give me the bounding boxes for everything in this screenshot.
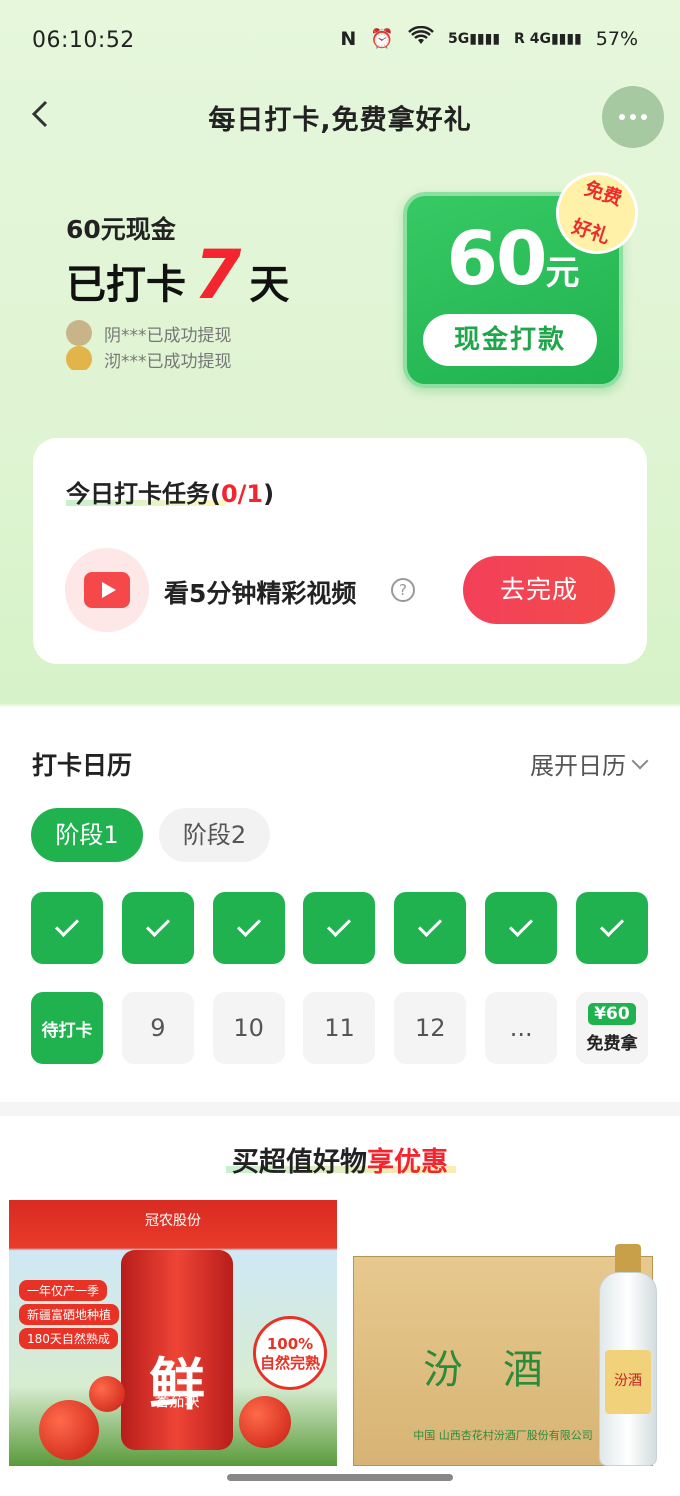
alarm-icon: ⏰ (370, 28, 394, 50)
checkin-calendar: 打卡日历 展开日历 阶段1 阶段2 待打卡 9 10 11 12 ... ¥60… (0, 708, 680, 1102)
deals-title-highlight: 享优惠 (367, 1147, 448, 1178)
check-icon (145, 912, 170, 938)
reward-label: 免费拿 (586, 1033, 638, 1054)
ticker-text: 阴***已成功提现 (104, 325, 232, 346)
prize-amount-unit: 元 (545, 253, 580, 293)
badge100-line2: 自然完熟 (259, 1354, 320, 1372)
can-sub-label: 番茄块 (154, 1392, 200, 1410)
upcoming-days-row: 待打卡 9 10 11 12 ... ¥60 免费拿 (31, 992, 648, 1064)
product-card-fenjiu[interactable]: 汾酒 中国 山西杏花村汾酒厂股份有限公司 汾酒 (347, 1200, 671, 1466)
check-icon (418, 912, 443, 938)
tomato-image (239, 1396, 291, 1448)
cash-payout-button[interactable]: 现金打款 (423, 314, 597, 366)
roaming-label: R (514, 30, 525, 47)
days-count: 7 (194, 236, 242, 315)
go-complete-button[interactable]: 去完成 (463, 556, 615, 624)
product-tag: 新疆富硒地种植 (19, 1304, 120, 1325)
more-options-button[interactable] (602, 86, 664, 148)
page-title: 每日打卡,免费拿好礼 (208, 105, 472, 136)
day-reward[interactable]: ¥60 免费拿 (575, 992, 648, 1064)
tomato-image (89, 1376, 125, 1412)
day-completed (303, 892, 376, 964)
day-completed (212, 892, 285, 964)
expand-calendar-label: 展开日历 (530, 752, 626, 780)
day-completed (575, 892, 648, 964)
task-title-suffix: ) (263, 480, 275, 508)
completed-days-row (31, 892, 648, 964)
task-title-prefix: 今日打卡任务( (66, 480, 221, 508)
day-future: ... (485, 992, 558, 1064)
product-brand: 冠农股份 (145, 1213, 201, 1229)
badge-line1: 免费 (581, 177, 625, 211)
withdraw-ticker: 阴***已成功提现 沏***已成功提现 (66, 320, 306, 370)
product-tag: 一年仅产一季 (19, 1280, 108, 1301)
day-future: 11 (303, 992, 376, 1064)
badge100-line1: 100% (266, 1335, 314, 1353)
task-description: 看5分钟精彩视频 (164, 579, 357, 608)
check-icon (599, 912, 624, 938)
check-icon (509, 912, 534, 938)
more-dot-icon (630, 114, 636, 120)
expand-calendar-button[interactable]: 展开日历 (530, 746, 649, 781)
day-completed (121, 892, 194, 964)
calendar-title: 打卡日历 (32, 751, 133, 780)
battery-level: 57% (595, 27, 638, 50)
video-task-icon-wrap (65, 548, 149, 632)
tv-play-icon (84, 572, 130, 608)
check-icon (54, 912, 80, 938)
tomato-can-image: 鲜 番茄块 (121, 1250, 233, 1450)
tomato-image (39, 1400, 99, 1460)
chevron-down-icon (631, 752, 649, 769)
checkin-days: 已打卡 7 天 (66, 242, 289, 310)
section-divider (0, 1102, 680, 1116)
day-completed (31, 892, 103, 964)
title-bar: 每日打卡,免费拿好礼 (0, 84, 680, 148)
status-icons: N ⏰ 5G▮▮▮▮ R 4G▮▮▮▮ 57% (340, 25, 638, 51)
day-future: 9 (121, 992, 194, 1064)
day-pending[interactable]: 待打卡 (31, 992, 103, 1064)
day-future: 10 (212, 992, 285, 1064)
task-title: 今日打卡任务(0/1) (66, 474, 274, 509)
help-icon[interactable]: ? (391, 578, 415, 602)
check-icon (236, 912, 261, 938)
badge-line2: 好礼 (569, 215, 613, 249)
natural-ripe-badge: 100% 自然完熟 (253, 1316, 327, 1390)
network-5g-label: 5G (447, 30, 470, 47)
bottle-label: 汾酒 (605, 1350, 651, 1414)
signal-5g-icon: 5G▮▮▮▮ (447, 30, 501, 47)
deals-title: 买超值好物享优惠 (0, 1140, 680, 1179)
nfc-icon: N (340, 27, 357, 50)
more-dot-icon (619, 114, 625, 120)
days-suffix: 天 (249, 262, 290, 308)
ticker-row: 阴***已成功提现 (66, 320, 306, 346)
tab-stage-1[interactable]: 阶段1 (31, 808, 143, 862)
ticker-row: 沏***已成功提现 (66, 346, 306, 370)
cash-label: 60元现金 (66, 215, 176, 244)
avatar (66, 320, 92, 346)
home-indicator[interactable] (227, 1474, 453, 1481)
days-prefix: 已打卡 (66, 262, 186, 308)
day-completed (485, 892, 558, 964)
network-4g-label: 4G (529, 30, 551, 47)
avatar (66, 346, 92, 370)
signal-4g-icon: R 4G▮▮▮▮ (514, 30, 582, 47)
ticker-text: 沏***已成功提现 (104, 351, 232, 371)
deals-title-prefix: 买超值好物 (232, 1147, 367, 1178)
check-icon (327, 912, 352, 938)
task-progress: 0/1 (220, 480, 264, 508)
status-bar: 06:10:52 N ⏰ 5G▮▮▮▮ R 4G▮▮▮▮ 57% (0, 0, 680, 80)
wifi-icon (408, 25, 434, 51)
day-future: 12 (394, 992, 467, 1064)
day-completed (394, 892, 467, 964)
tab-stage-2[interactable]: 阶段2 (159, 808, 270, 862)
daily-task-card: 今日打卡任务(0/1) 看5分钟精彩视频 ? 去完成 (33, 438, 647, 664)
product-card-tomato[interactable]: 冠农股份 一年仅产一季 新疆富硒地种植 180天自然熟成 鲜 番茄块 100% … (9, 1200, 337, 1466)
status-time: 06:10:52 (32, 28, 135, 53)
product-tag: 180天自然熟成 (19, 1328, 118, 1349)
reward-amount-tag: ¥60 (588, 1002, 636, 1025)
prize-amount-value: 60 (446, 216, 548, 302)
more-dot-icon (641, 114, 647, 120)
